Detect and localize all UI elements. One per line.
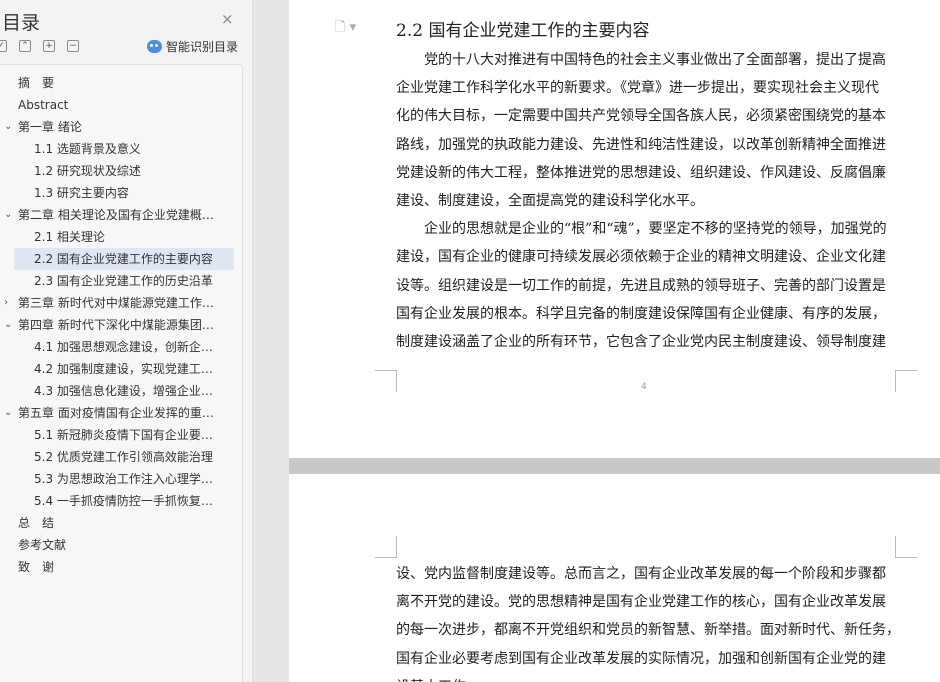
paragraph-line: 建设、制度建设，全面提高党的建设科学化水平。: [396, 193, 704, 209]
paragraph-line: 建设，国有企业的健康可持续发展必须依赖于企业的精神文明建设、企业文化建: [396, 249, 886, 266]
page-corner-mark: [375, 370, 397, 392]
paragraph-line: 路线，加强党的执政能力建设、先进性和纯洁性建设，以改革创新精神全面推进: [396, 136, 886, 153]
close-icon[interactable]: ×: [221, 10, 234, 28]
toc-item[interactable]: 5.3 为思想政治工作注入心理学元…: [34, 468, 222, 490]
toc-item[interactable]: 1.3 研究主要内容: [34, 182, 222, 204]
toc-item[interactable]: Abstract: [18, 94, 222, 116]
toc-item[interactable]: 4.2 加强制度建设，实现党建工作…: [34, 358, 222, 380]
toc-item[interactable]: 摘 要: [18, 72, 222, 94]
toc-item[interactable]: 2.1 相关理论: [34, 226, 222, 248]
checkbox-icon[interactable]: ✓: [0, 40, 7, 52]
toc-item[interactable]: 5.2 优质党建工作引领高效能治理: [34, 446, 222, 468]
page-gap: [289, 458, 940, 474]
toc-expand-chevron-icon[interactable]: ⌄: [4, 116, 14, 138]
smart-recognize-icon: [147, 40, 162, 53]
paragraph-line: 国有企业发展的根本。科学且完备的制度建设保障国有企业健康、有序的发展，: [396, 305, 886, 322]
toc-item[interactable]: 第三章 新时代对中煤能源党建工作…: [18, 292, 222, 314]
toc-item[interactable]: 5.4 一手抓疫情防控一手抓恢复生…: [34, 490, 222, 512]
toc-item[interactable]: 第四章 新时代下深化中煤能源集团…: [18, 314, 222, 336]
toc-item[interactable]: 总 结: [18, 512, 222, 534]
toc-item[interactable]: 4.1 加强思想观念建设，创新企业…: [34, 336, 222, 358]
paragraph-line: 离不开党的建设。党的思想精神是国有企业党建工作的核心，国有企业改革发展: [396, 594, 886, 611]
section-heading: 2.2 国有企业党建工作的主要内容: [396, 21, 650, 41]
page-corner-mark: [895, 370, 917, 392]
page-corner-mark: [375, 536, 397, 558]
document-icon[interactable]: 🗋 ▾: [335, 18, 356, 40]
toc-expand-chevron-icon[interactable]: ⌄: [4, 314, 14, 336]
paragraph-line: 设等。组织建设是一切工作的前提，先进且成熟的领导班子、完善的部门设置是: [396, 277, 886, 294]
toc-item[interactable]: 第二章 相关理论及国有企业党建概…: [18, 204, 222, 226]
page-number: 4: [641, 382, 647, 392]
paragraph-line: 制度建设涵盖了企业的所有环节，它包含了企业党内民主制度建设、领导制度建: [396, 334, 886, 350]
toc-item[interactable]: 第一章 绪论: [18, 116, 222, 138]
toc-list: 摘 要 Abstract ⌄ 第一章 绪论 1.1 选题背景及意义 1.2 研究现状及综述…: [0, 64, 243, 682]
paragraph-line: 的每一次进步，都离不开党组织和党员的新智慧、新举措。面对新时代、新任务，: [396, 622, 894, 639]
add-heading-icon[interactable]: +: [43, 40, 55, 52]
collapse-all-icon[interactable]: ⌃: [19, 40, 31, 52]
sidebar-title: 目录: [2, 12, 41, 34]
toc-expand-chevron-icon[interactable]: ⌄: [4, 402, 14, 424]
toc-item[interactable]: 参考文献: [18, 534, 222, 556]
toc-item[interactable]: 2.2 国有企业党建工作的主要内容: [14, 248, 234, 270]
paragraph-line: 党的十八大对推进有中国特色的社会主义事业做出了全面部署，提出了提高: [396, 52, 886, 68]
paragraph-line: 设基本工作。: [396, 677, 894, 682]
paragraph-line: 党建设新的伟大工程，整体推进党的思想建设、组织建设、作风建设、反腐倡廉: [396, 164, 886, 181]
toc-item[interactable]: 1.2 研究现状及综述: [34, 160, 222, 182]
toc-item[interactable]: 2.3 国有企业党建工作的历史沿革: [34, 270, 222, 292]
toc-item[interactable]: 1.1 选题背景及意义: [34, 138, 222, 160]
toc-item[interactable]: 致 谢: [18, 556, 222, 578]
toc-sidebar: 目录 × ✓ ⌃ + − 智能识别目录 摘 要 Abstract ⌄ 第一章 绪论 1.…: [0, 0, 253, 682]
toc-item[interactable]: 4.3 加强信息化建设，增强企业党…: [34, 380, 222, 402]
paragraph-line: 企业党建工作科学化水平的新要求。《党章》进一步提出，要实现社会主义现代: [396, 80, 879, 97]
paragraph-line: 企业的思想就是企业的“根”和“魂”，要坚定不移的坚持党的领导，加强党的: [396, 221, 887, 238]
toc-expand-chevron-icon[interactable]: ›: [4, 292, 14, 314]
paragraph-line: 设、党内监督制度建设等。总而言之，国有企业改革发展的每一个阶段和步骤都: [396, 566, 886, 582]
toc-item[interactable]: 第五章 面对疫情国有企业发挥的重…: [18, 402, 222, 424]
remove-heading-icon[interactable]: −: [67, 40, 79, 52]
toc-item[interactable]: 5.1 新冠肺炎疫情下国有企业要勇…: [34, 424, 222, 446]
smart-recognize-toc-button[interactable]: 智能识别目录: [147, 38, 238, 55]
page-corner-mark: [895, 536, 917, 558]
smart-recognize-label: 智能识别目录: [166, 40, 239, 54]
paragraph-line: 化的伟大目标，一定需要中国共产党领导全国各族人民，必须紧密围绕党的基本: [396, 108, 886, 125]
toc-expand-chevron-icon[interactable]: ⌄: [4, 204, 14, 226]
paragraph-line: 国有企业必要考虑到国有企业改革发展的实际情况，加强和创新国有企业党的建: [396, 650, 886, 667]
